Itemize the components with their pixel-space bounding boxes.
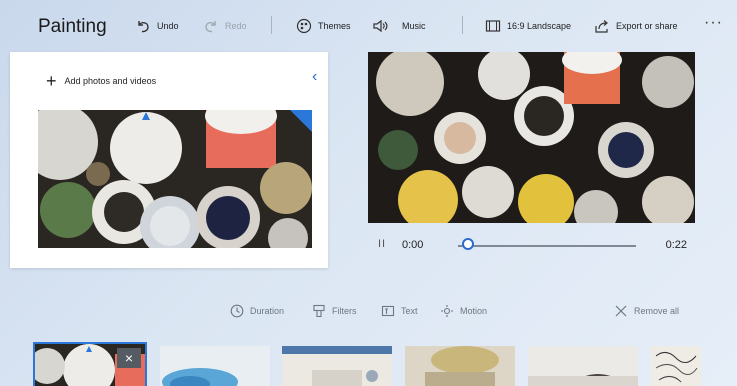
seek-track[interactable] xyxy=(458,245,636,247)
clip-thumbnail-palette xyxy=(282,346,392,386)
toolbar-separator xyxy=(462,16,463,34)
clip-thumbnail-studio xyxy=(528,346,638,386)
top-toolbar: Painting Undo Redo Themes Music 16:9 Lan… xyxy=(0,0,737,52)
motion-label: Motion xyxy=(460,306,488,316)
toolbar-separator xyxy=(271,16,272,34)
add-photos-button[interactable]: + Add photos and videos xyxy=(46,72,156,90)
share-icon xyxy=(595,20,608,33)
more-options-icon[interactable]: ··· xyxy=(704,14,723,32)
storyboard-toolbar: Duration Filters Text Motion Remove all xyxy=(0,300,737,324)
redo-icon xyxy=(205,21,216,33)
export-share-label: Export or share xyxy=(616,21,678,31)
storyboard-clip[interactable]: × xyxy=(33,342,147,386)
playback-controls: II 0:00 0:22 xyxy=(368,232,695,260)
export-share-button[interactable]: Export or share xyxy=(594,16,678,36)
aspect-ratio-icon xyxy=(485,20,501,32)
project-title[interactable]: Painting xyxy=(38,16,107,38)
remove-all-button[interactable]: Remove all xyxy=(614,304,679,318)
video-preview[interactable] xyxy=(368,52,695,223)
redo-button[interactable]: Redo xyxy=(203,16,247,36)
duration-label: Duration xyxy=(250,306,285,316)
storyboard-clip[interactable] xyxy=(405,346,515,386)
clip-thumbnail-brushes xyxy=(405,346,515,386)
themes-button[interactable]: Themes xyxy=(296,16,351,36)
close-icon xyxy=(615,305,627,317)
text-label: Text xyxy=(401,306,418,316)
add-photos-label: Add photos and videos xyxy=(64,76,157,86)
seek-handle[interactable] xyxy=(462,238,474,250)
clip-thumbnail-blue-paint xyxy=(160,346,270,386)
added-badge-icon xyxy=(290,110,312,132)
music-icon xyxy=(373,19,388,33)
storyboard-clip[interactable] xyxy=(160,346,270,386)
remove-clip-icon[interactable]: × xyxy=(117,348,141,368)
plus-icon: + xyxy=(46,71,57,91)
filters-icon xyxy=(313,304,325,318)
themes-icon xyxy=(296,18,312,34)
music-button[interactable]: Music xyxy=(372,16,426,36)
paint-pots-image xyxy=(38,110,312,248)
text-button[interactable]: Text xyxy=(381,304,418,318)
library-media-thumbnail[interactable] xyxy=(38,110,312,248)
storyboard-clip[interactable] xyxy=(528,346,638,386)
total-time: 0:22 xyxy=(665,239,687,251)
pause-icon[interactable]: II xyxy=(378,238,386,250)
filters-label: Filters xyxy=(332,306,357,316)
clip-thumbnail-sketch xyxy=(651,346,701,386)
current-time: 0:00 xyxy=(402,239,424,251)
storyboard-clip[interactable] xyxy=(651,346,701,386)
aspect-ratio-button[interactable]: 16:9 Landscape xyxy=(485,16,571,36)
aspect-ratio-label: 16:9 Landscape xyxy=(507,21,572,31)
music-label: Music xyxy=(402,21,426,31)
undo-icon xyxy=(138,21,149,33)
storyboard-filmstrip: × xyxy=(0,342,737,386)
storyboard-clip[interactable] xyxy=(282,346,392,386)
project-library-panel: + Add photos and videos ‹ xyxy=(10,52,328,268)
duration-button[interactable]: Duration xyxy=(230,304,284,318)
clock-icon xyxy=(230,304,244,318)
motion-icon xyxy=(441,305,453,317)
preview-frame-image xyxy=(368,52,695,223)
undo-label: Undo xyxy=(157,21,179,31)
themes-label: Themes xyxy=(318,21,351,31)
collapse-chevron-icon[interactable]: ‹ xyxy=(312,68,317,86)
motion-button[interactable]: Motion xyxy=(440,304,487,318)
text-icon xyxy=(381,305,395,317)
remove-all-label: Remove all xyxy=(634,306,680,316)
filters-button[interactable]: Filters xyxy=(312,304,357,318)
redo-label: Redo xyxy=(225,21,247,31)
undo-button[interactable]: Undo xyxy=(135,16,179,36)
